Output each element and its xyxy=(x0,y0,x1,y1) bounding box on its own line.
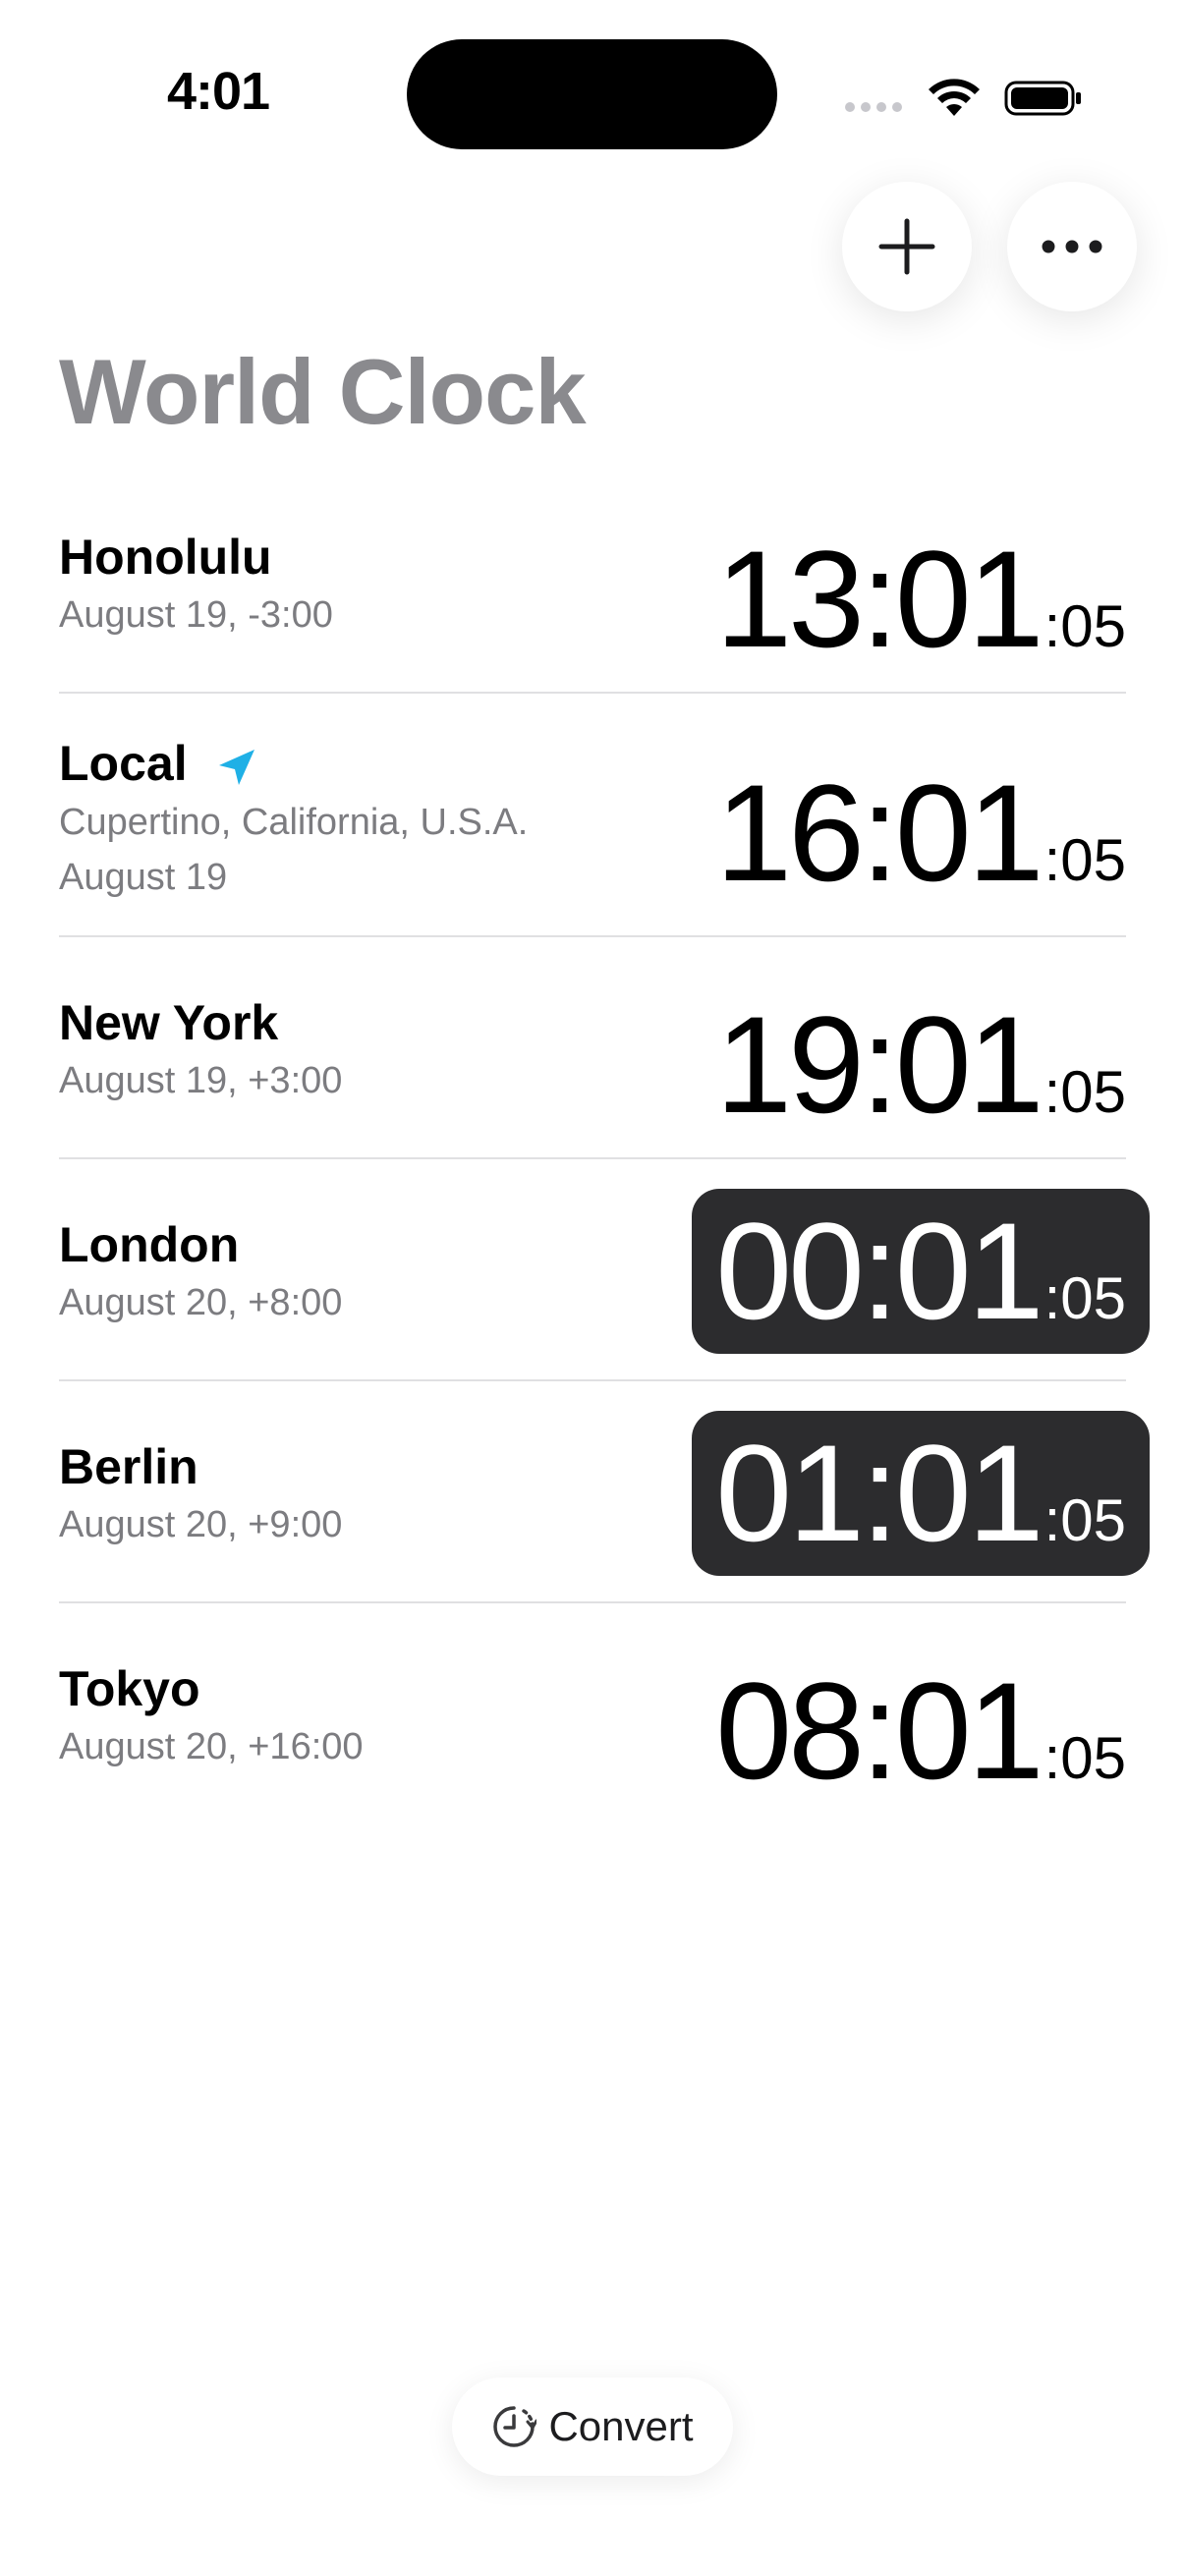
city-name: Local xyxy=(59,735,258,792)
clock-time: 16:01 :05 xyxy=(715,764,1126,902)
clock-convert-icon xyxy=(493,2406,537,2447)
time-seconds: :05 xyxy=(1044,593,1126,659)
clock-time: 13:01 :05 xyxy=(715,531,1126,668)
more-options-button[interactable] xyxy=(1007,182,1137,311)
clock-list: Honolulu August 19, -3:00 13:01 :05 Loca… xyxy=(59,472,1150,1825)
page-title: World Clock xyxy=(59,340,587,443)
cellular-signal-icon xyxy=(845,102,902,112)
time-seconds: :05 xyxy=(1044,827,1126,893)
time-hours-minutes: 19:01 xyxy=(715,987,1044,1142)
clock-row-honolulu[interactable]: Honolulu August 19, -3:00 13:01 :05 xyxy=(59,472,1126,694)
city-name: Honolulu xyxy=(59,530,272,585)
status-time: 4:01 xyxy=(167,62,270,121)
location-arrow-icon xyxy=(218,749,254,785)
city-detail: August 19, +3:00 xyxy=(59,1060,343,1101)
city-name-text: Local xyxy=(59,736,188,791)
clock-row-tokyo[interactable]: Tokyo August 20, +16:00 08:01 :05 xyxy=(59,1603,1126,1825)
city-name: Berlin xyxy=(59,1439,198,1494)
battery-icon xyxy=(1004,81,1081,116)
world-clock-screen: 4:01 World Clock Honolulu August 19, -3:… xyxy=(0,0,1185,2576)
city-detail: August 20, +16:00 xyxy=(59,1726,364,1767)
city-name: Tokyo xyxy=(59,1661,200,1716)
time-hours-minutes: 08:01 xyxy=(715,1653,1044,1808)
city-detail: August 20, +8:00 xyxy=(59,1282,343,1323)
city-detail: Cupertino, California, U.S.A. xyxy=(59,802,529,843)
plus-icon xyxy=(878,218,935,275)
convert-label: Convert xyxy=(548,2403,694,2449)
time-hours-minutes: 13:01 xyxy=(715,522,1044,676)
city-date: August 19 xyxy=(59,857,228,898)
status-icons xyxy=(845,69,1083,128)
city-detail: August 20, +9:00 xyxy=(59,1504,343,1545)
time-hours-minutes: 16:01 xyxy=(715,756,1044,910)
time-hours-minutes: 00:01 xyxy=(715,1194,1044,1348)
clock-row-london[interactable]: London August 20, +8:00 00:01 :05 xyxy=(59,1159,1150,1381)
time-seconds: :05 xyxy=(1044,1487,1126,1553)
time-hours-minutes: 01:01 xyxy=(715,1416,1044,1570)
clock-row-new-york[interactable]: New York August 19, +3:00 19:01 :05 xyxy=(59,937,1126,1159)
clock-time-highlighted: 00:01 :05 xyxy=(692,1189,1150,1354)
time-seconds: :05 xyxy=(1044,1725,1126,1791)
clock-row-local[interactable]: Local Cupertino, California, U.S.A. Augu… xyxy=(59,694,1126,937)
clock-row-berlin[interactable]: Berlin August 20, +9:00 01:01 :05 xyxy=(59,1381,1150,1603)
city-name: New York xyxy=(59,995,279,1050)
clock-time: 08:01 :05 xyxy=(715,1662,1126,1800)
time-seconds: :05 xyxy=(1044,1059,1126,1125)
clock-time: 19:01 :05 xyxy=(715,996,1126,1134)
city-detail: August 19, -3:00 xyxy=(59,594,333,636)
wifi-icon xyxy=(929,79,980,116)
time-seconds: :05 xyxy=(1044,1265,1126,1331)
city-name: London xyxy=(59,1217,240,1272)
dynamic-island xyxy=(407,39,777,149)
ellipsis-icon xyxy=(1042,240,1102,253)
clock-time-highlighted: 01:01 :05 xyxy=(692,1411,1150,1576)
convert-button[interactable]: Convert xyxy=(452,2378,733,2476)
add-clock-button[interactable] xyxy=(842,182,972,311)
